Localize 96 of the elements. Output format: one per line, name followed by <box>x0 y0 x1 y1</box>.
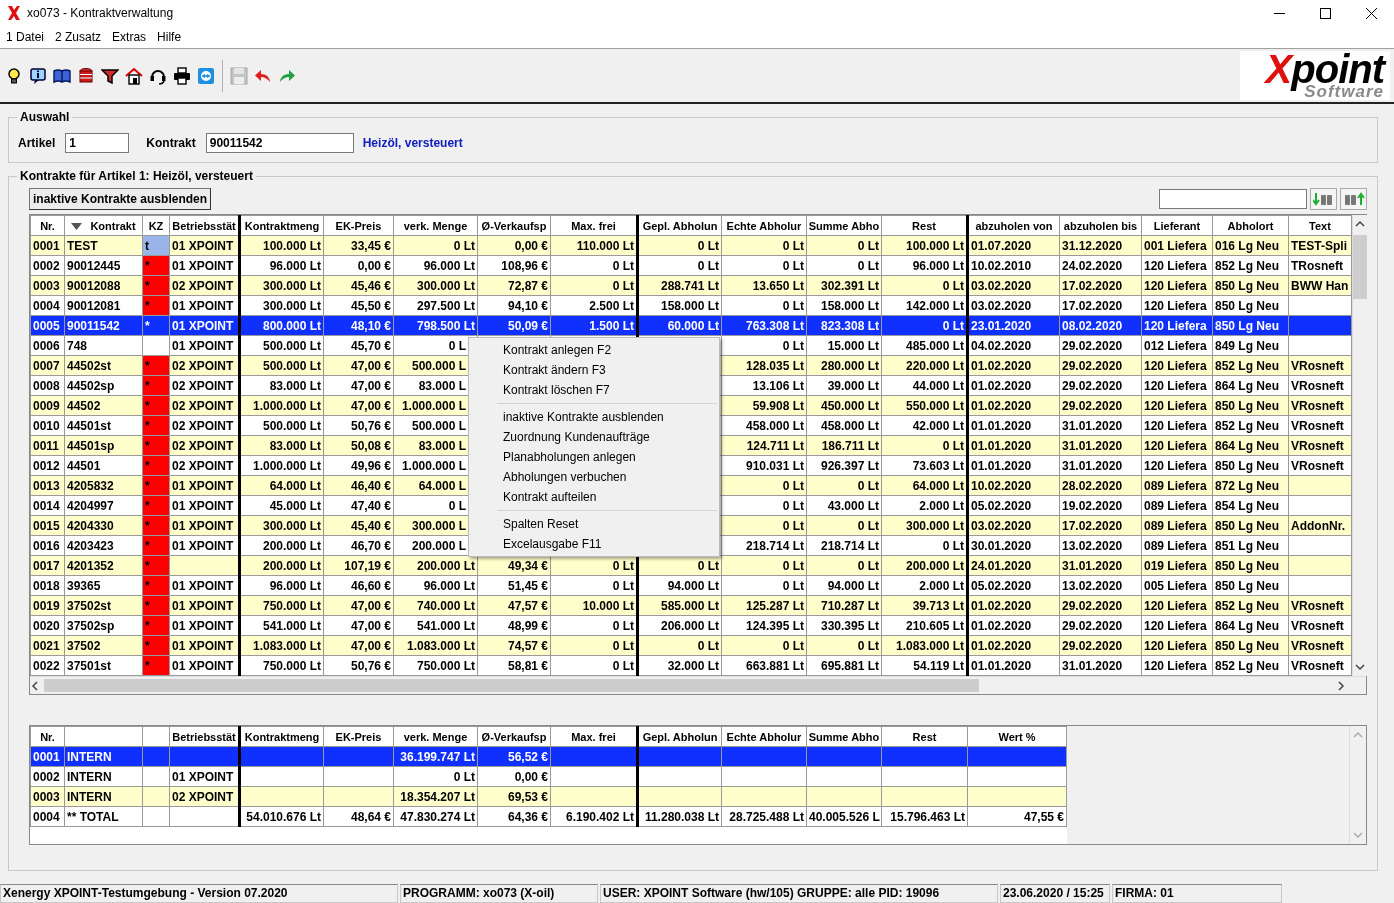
status-text: 23.06.2020 / 15:25 <box>1000 884 1110 903</box>
column-header[interactable]: Lieferant <box>1141 215 1213 236</box>
vertical-scrollbar[interactable] <box>1352 215 1367 676</box>
column-header[interactable]: Max. frei <box>550 726 638 747</box>
column-header[interactable]: verk. Menge <box>393 215 478 236</box>
row-number[interactable]: 0022 <box>30 655 65 676</box>
group-title: Auswahl <box>19 110 71 124</box>
row-number[interactable]: 0013 <box>30 475 65 496</box>
window-title: xo073 - Kontraktverwaltung <box>27 6 175 20</box>
row-number[interactable]: 0001 <box>30 746 65 767</box>
row-number[interactable]: 0007 <box>30 355 65 376</box>
field-label: Kontrakt <box>146 136 196 150</box>
column-header[interactable]: EK-Preis <box>323 215 394 236</box>
column-header[interactable]: Abholort <box>1212 215 1289 236</box>
column-header[interactable]: KZ <box>142 215 170 236</box>
menu-item[interactable]: 2 Zusatz <box>51 30 109 44</box>
info-icon[interactable] <box>29 66 47 85</box>
row-number[interactable]: 0019 <box>30 595 65 616</box>
row-number[interactable]: 0002 <box>30 255 65 276</box>
close-icon <box>1365 7 1377 19</box>
find-next-button[interactable] <box>1310 188 1337 210</box>
group-title: Kontrakte für Artikel 1: Heizöl, versteuert <box>19 169 254 183</box>
field-label: Artikel <box>18 136 56 150</box>
column-header[interactable]: Summe Abho <box>806 726 882 747</box>
column-header[interactable]: Gepl. Abholun <box>637 726 722 747</box>
column-header[interactable]: Echte Abholur <box>721 215 807 236</box>
row-number[interactable]: 0005 <box>30 315 65 336</box>
scrollbar-thumb[interactable] <box>44 679 979 692</box>
scroll-left-icon[interactable] <box>30 680 40 691</box>
column-header[interactable]: Summe Abho <box>806 215 882 236</box>
column-header[interactable]: Rest <box>881 215 968 236</box>
column-header[interactable]: Text <box>1288 215 1352 236</box>
app-icon <box>7 5 21 21</box>
row-number[interactable]: 0003 <box>30 275 65 296</box>
column-header[interactable]: Betriebsstät <box>169 726 240 747</box>
menu-item[interactable]: 1 Datei <box>2 30 52 44</box>
row-number[interactable]: 0008 <box>30 375 65 396</box>
bulb-icon[interactable] <box>5 66 23 85</box>
column-header[interactable]: Echte Abholur <box>721 726 807 747</box>
status-text: PROGRAMM: xo073 (X-oil) <box>400 884 598 903</box>
column-header[interactable]: Kontrakt <box>64 215 143 236</box>
article-field[interactable]: 1 <box>65 133 130 153</box>
column-header[interactable]: verk. Menge <box>393 726 478 747</box>
column-header[interactable]: abzuholen bis <box>1059 215 1142 236</box>
filter-icon[interactable] <box>101 66 119 85</box>
maximize-icon <box>1319 7 1331 19</box>
printer-icon[interactable] <box>173 66 191 85</box>
contract-field[interactable]: 90011542 <box>205 133 354 153</box>
row-number[interactable]: 0012 <box>30 455 65 476</box>
row-number[interactable]: 0011 <box>30 435 65 456</box>
row-number[interactable]: 0016 <box>30 535 65 556</box>
row-number[interactable]: 0010 <box>30 415 65 436</box>
row-number[interactable]: 0004 <box>30 295 65 316</box>
status-text: Xenergy XPOINT-Testumgebung - Version 07.2020 <box>0 884 398 903</box>
article-name: Heizöl, versteuert <box>362 136 463 150</box>
row-number[interactable]: 0001 <box>30 235 65 256</box>
column-header[interactable]: abzuholen von <box>967 215 1060 236</box>
row-number[interactable]: 0006 <box>30 335 65 356</box>
horizontal-scrollbar[interactable] <box>30 676 1366 694</box>
column-header[interactable]: Ø-Verkaufsp <box>477 215 551 236</box>
column-header[interactable]: Max. frei <box>550 215 638 236</box>
status-text: USER: XPOINT Software (hw/105) GRUPPE: alle PID: 19096 <box>600 884 998 903</box>
scroll-down-icon[interactable] <box>1355 662 1365 672</box>
column-header[interactable]: Betriebsstät <box>169 215 240 236</box>
remote-icon[interactable] <box>197 66 215 85</box>
scrollbar-thumb[interactable] <box>1353 235 1367 299</box>
column-header[interactable]: Kontraktmeng <box>239 215 324 236</box>
status-text: FIRMA: 01 <box>1112 884 1282 903</box>
row-number[interactable]: 0002 <box>30 766 65 787</box>
house-icon[interactable] <box>125 66 143 85</box>
column-header[interactable]: Gepl. Abholun <box>637 215 722 236</box>
row-number[interactable]: 0015 <box>30 515 65 536</box>
search-field[interactable] <box>1159 189 1307 209</box>
row-number[interactable]: 0009 <box>30 395 65 416</box>
find-previous-button[interactable] <box>1340 188 1367 210</box>
row-number[interactable]: 0018 <box>30 575 65 596</box>
sort-icon <box>71 222 83 230</box>
book-icon[interactable] <box>53 66 71 85</box>
column-header[interactable]: Nr. <box>30 215 65 236</box>
row-number[interactable]: 0014 <box>30 495 65 516</box>
column-header[interactable]: Wert % <box>967 726 1067 747</box>
column-header[interactable]: EK-Preis <box>323 726 394 747</box>
menu-item[interactable]: Extras <box>108 30 154 44</box>
row-number[interactable]: 0021 <box>30 635 65 656</box>
column-header[interactable]: Rest <box>881 726 968 747</box>
menu-item[interactable]: Hilfe <box>153 30 189 44</box>
coins-icon[interactable] <box>77 66 95 85</box>
scroll-right-icon[interactable] <box>1336 680 1346 691</box>
scroll-up-icon[interactable] <box>1355 219 1365 229</box>
column-header[interactable]: Nr. <box>30 726 65 747</box>
row-number[interactable]: 0017 <box>30 555 65 576</box>
row-number[interactable]: 0003 <box>30 786 65 807</box>
column-header[interactable]: Ø-Verkaufsp <box>477 726 551 747</box>
row-number[interactable]: 0020 <box>30 615 65 636</box>
column-header[interactable]: Kontraktmeng <box>239 726 324 747</box>
row-number[interactable]: 0004 <box>30 806 65 827</box>
